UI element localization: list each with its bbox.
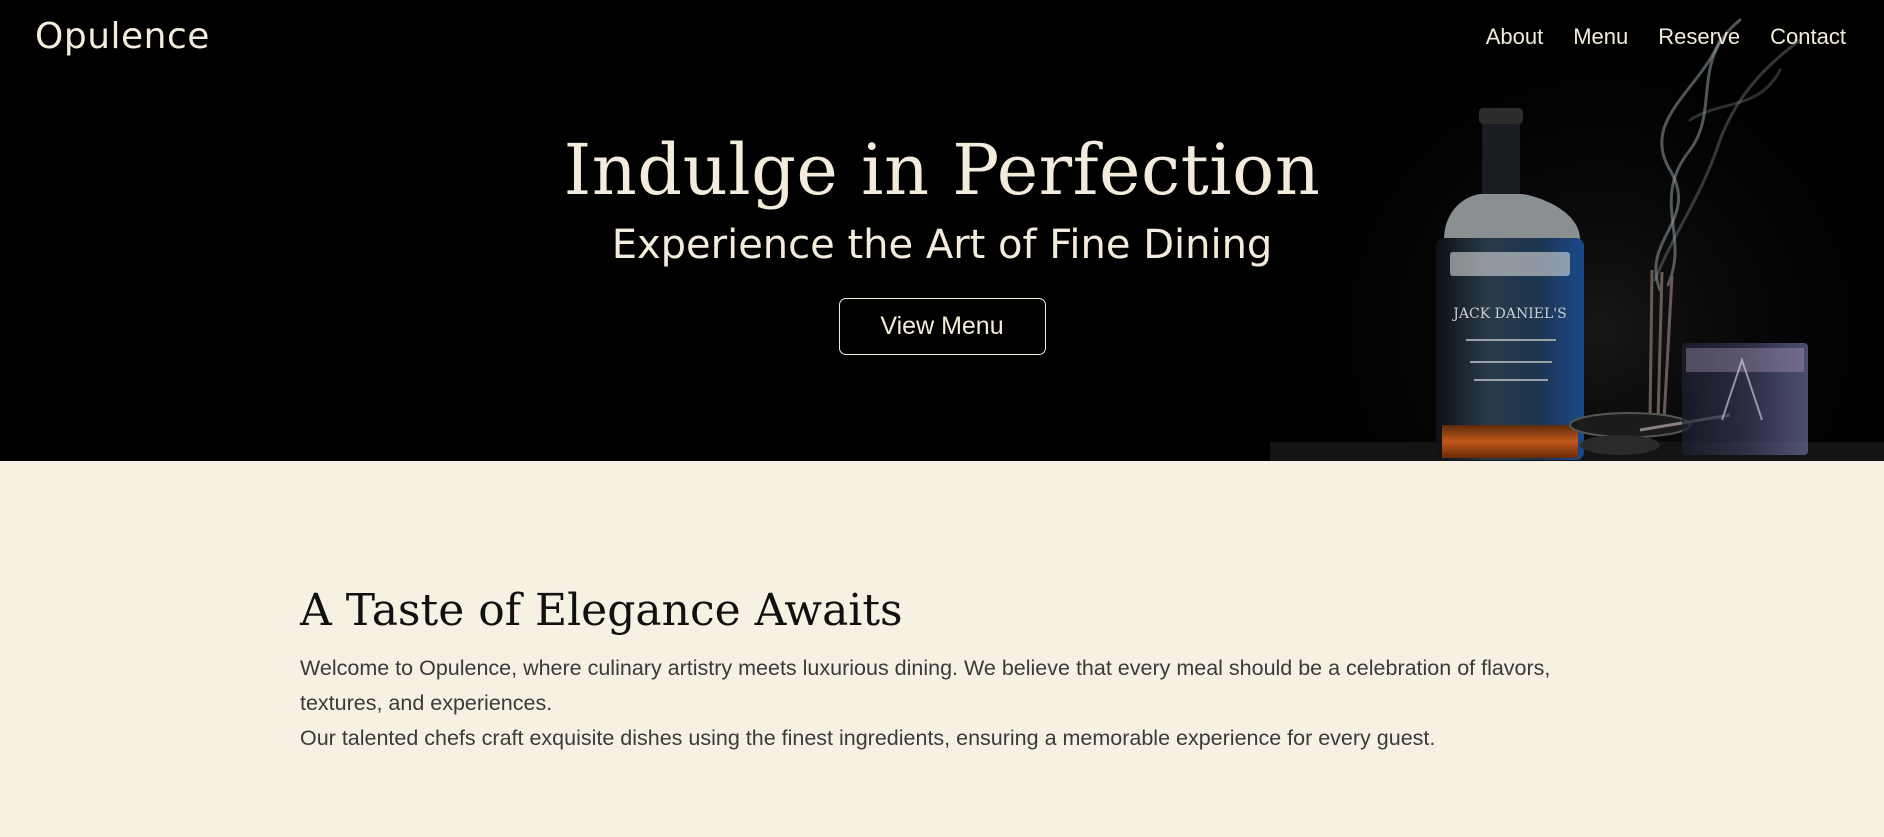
nav-link-menu[interactable]: Menu [1573, 24, 1628, 50]
hero-content: Indulge in Perfection Experience the Art… [0, 120, 1884, 355]
intro-section: A Taste of Elegance Awaits Welcome to Op… [0, 461, 1884, 837]
hero-subtitle: Experience the Art of Fine Dining [611, 222, 1273, 268]
nav-link-contact[interactable]: Contact [1770, 24, 1846, 50]
nav-links: About Menu Reserve Contact [1486, 24, 1846, 50]
intro-title: A Taste of Elegance Awaits [300, 585, 903, 636]
intro-paragraph-1: Welcome to Opulence, where culinary arti… [300, 656, 1551, 715]
nav-link-about[interactable]: About [1486, 24, 1544, 50]
intro-paragraph-2: Our talented chefs craft exquisite dishe… [300, 726, 1436, 750]
view-menu-button[interactable]: View Menu [838, 298, 1046, 355]
top-navigation: Opulence About Menu Reserve Contact [0, 0, 1884, 80]
nav-link-reserve[interactable]: Reserve [1658, 24, 1740, 50]
whiskey-glass-icon [1682, 343, 1808, 455]
hero-title: Indulge in Perfection [563, 129, 1321, 211]
intro-content: A Taste of Elegance Awaits Welcome to Op… [300, 581, 1560, 756]
hero-section: JACK DANIEL'S Opulence About Menu Reserv… [0, 0, 1884, 461]
site-logo[interactable]: Opulence [35, 16, 210, 57]
